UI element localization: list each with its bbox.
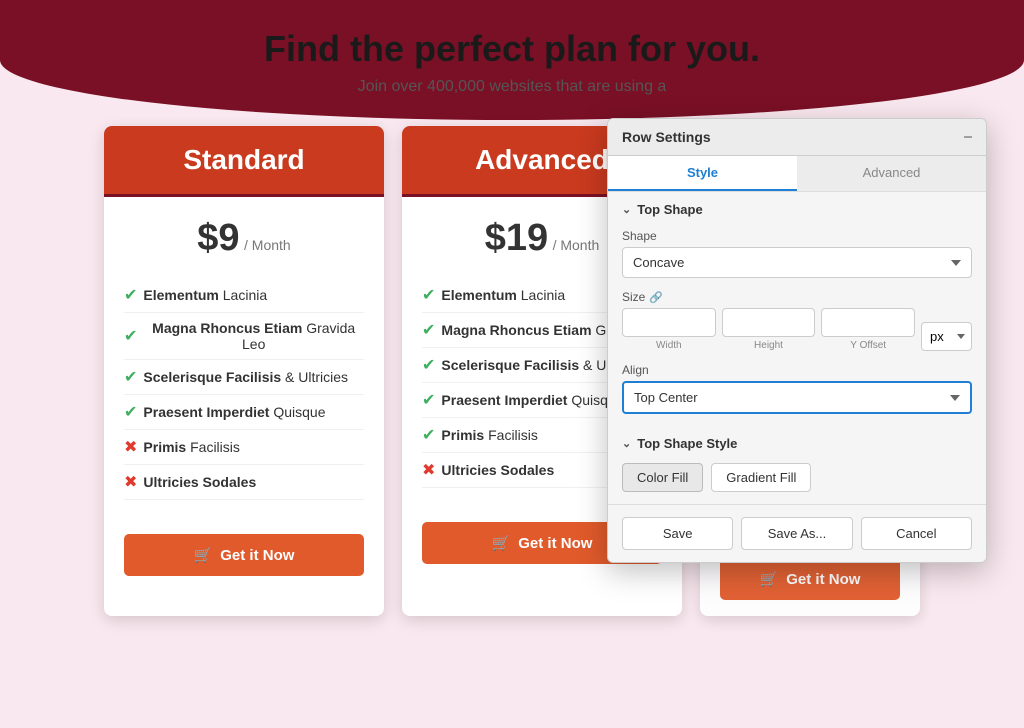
price-period-advanced: / Month — [553, 237, 600, 253]
save-as-button[interactable]: Save As... — [741, 517, 852, 550]
tab-advanced[interactable]: Advanced — [797, 156, 986, 191]
cross-icon: ✖ — [124, 472, 137, 492]
card-header-standard: Standard — [104, 126, 384, 194]
panel-minimize-button[interactable]: ⎯ — [964, 129, 972, 145]
check-icon: ✔ — [422, 355, 435, 375]
chevron-down-icon: ⌄ — [622, 437, 631, 450]
chevron-down-icon: ⌄ — [622, 203, 631, 216]
list-item: ✔Praesent Imperdiet Quisque — [124, 395, 364, 430]
top-shape-style-section-toggle[interactable]: ⌄ Top Shape Style — [608, 426, 986, 457]
list-item: ✖Primis Facilisis — [124, 430, 364, 465]
align-select[interactable]: Top Center Top Left Top Right Center Bot… — [622, 381, 972, 414]
size-label: Size 🔗 — [622, 290, 972, 304]
list-item: ✖Ultricies Sodales — [124, 465, 364, 500]
list-item: ✔Elementum Lacinia — [124, 278, 364, 313]
size-inputs-row: Width Height Y Offset px % em — [622, 308, 972, 351]
pricing-card-standard: Standard $9 / Month ✔Elementum Lacinia ✔… — [104, 126, 384, 616]
feature-list-standard: ✔Elementum Lacinia ✔Magna Rhoncus Etiam … — [124, 278, 364, 500]
price-amount-advanced: $19 — [485, 217, 548, 259]
card-title-standard: Standard — [183, 144, 304, 175]
check-icon: ✔ — [422, 320, 435, 340]
cross-icon: ✖ — [124, 437, 137, 457]
check-icon: ✔ — [124, 285, 137, 305]
get-btn-label-standard: Get it Now — [220, 547, 294, 564]
cancel-button[interactable]: Cancel — [861, 517, 972, 550]
y-offset-label: Y Offset — [850, 340, 886, 351]
cart-icon: 🛒 — [760, 570, 779, 588]
panel-tabs: Style Advanced — [608, 156, 986, 192]
y-offset-input[interactable] — [821, 308, 915, 337]
card-title-advanced: Advanced — [475, 144, 609, 175]
panel-body: ⌄ Top Shape Shape Concave Convex Triangl… — [608, 192, 986, 504]
top-shape-section-toggle[interactable]: ⌄ Top Shape — [608, 192, 986, 223]
shape-field: Shape Concave Convex Triangle Wave None — [608, 223, 986, 284]
price-standard: $9 / Month — [124, 217, 364, 260]
panel-footer: Save Save As... Cancel — [608, 504, 986, 562]
card-footer-standard: 🛒 Get it Now — [104, 522, 384, 592]
check-icon: ✔ — [422, 425, 435, 445]
card-body-standard: $9 / Month ✔Elementum Lacinia ✔Magna Rho… — [104, 197, 384, 522]
get-btn-premium[interactable]: 🛒 Get it Now — [720, 558, 900, 600]
check-icon: ✔ — [124, 367, 137, 387]
check-icon: ✔ — [124, 402, 137, 422]
row-settings-panel: Row Settings ⎯ Style Advanced ⌄ Top Shap… — [607, 118, 987, 563]
get-btn-standard[interactable]: 🛒 Get it Now — [124, 534, 364, 576]
panel-title: Row Settings — [622, 129, 711, 145]
get-btn-label-advanced: Get it Now — [518, 535, 592, 552]
size-field: Size 🔗 Width Height Y Offset — [608, 284, 986, 357]
unit-select[interactable]: px % em — [921, 322, 972, 351]
width-label: Width — [656, 340, 682, 351]
unit-select-group: px % em — [921, 322, 972, 351]
top-shape-style-label: Top Shape Style — [637, 436, 737, 451]
list-item: ✔Magna Rhoncus Etiam Gravida Leo — [124, 313, 364, 360]
gradient-fill-button[interactable]: Gradient Fill — [711, 463, 811, 492]
align-field: Align Top Center Top Left Top Right Cent… — [608, 357, 986, 420]
page-title: Find the perfect plan for you. — [0, 28, 1024, 70]
width-input[interactable] — [622, 308, 716, 337]
check-icon: ✔ — [124, 326, 137, 346]
link-icon: 🔗 — [649, 291, 663, 304]
list-item: ✔Scelerisque Facilisis & Ultricies — [124, 360, 364, 395]
get-btn-label-premium: Get it Now — [786, 571, 860, 588]
check-icon: ✔ — [422, 285, 435, 305]
height-label: Height — [754, 340, 783, 351]
cross-icon: ✖ — [422, 460, 435, 480]
price-period-standard: / Month — [244, 237, 291, 253]
top-shape-section-label: Top Shape — [637, 202, 702, 217]
shape-label: Shape — [622, 229, 972, 243]
page-subtitle: Join over 400,000 websites that are usin… — [212, 78, 812, 96]
fill-buttons: Color Fill Gradient Fill — [608, 457, 986, 504]
shape-select[interactable]: Concave Convex Triangle Wave None — [622, 247, 972, 278]
height-input-group: Height — [722, 308, 816, 351]
panel-header: Row Settings ⎯ — [608, 119, 986, 156]
cart-icon: 🛒 — [194, 546, 213, 564]
check-icon: ✔ — [422, 390, 435, 410]
height-input[interactable] — [722, 308, 816, 337]
y-offset-input-group: Y Offset — [821, 308, 915, 351]
price-amount-standard: $9 — [197, 217, 239, 259]
width-input-group: Width — [622, 308, 716, 351]
save-button[interactable]: Save — [622, 517, 733, 550]
color-fill-button[interactable]: Color Fill — [622, 463, 703, 492]
align-label: Align — [622, 363, 972, 377]
cart-icon: 🛒 — [492, 534, 511, 552]
tab-style[interactable]: Style — [608, 156, 797, 191]
